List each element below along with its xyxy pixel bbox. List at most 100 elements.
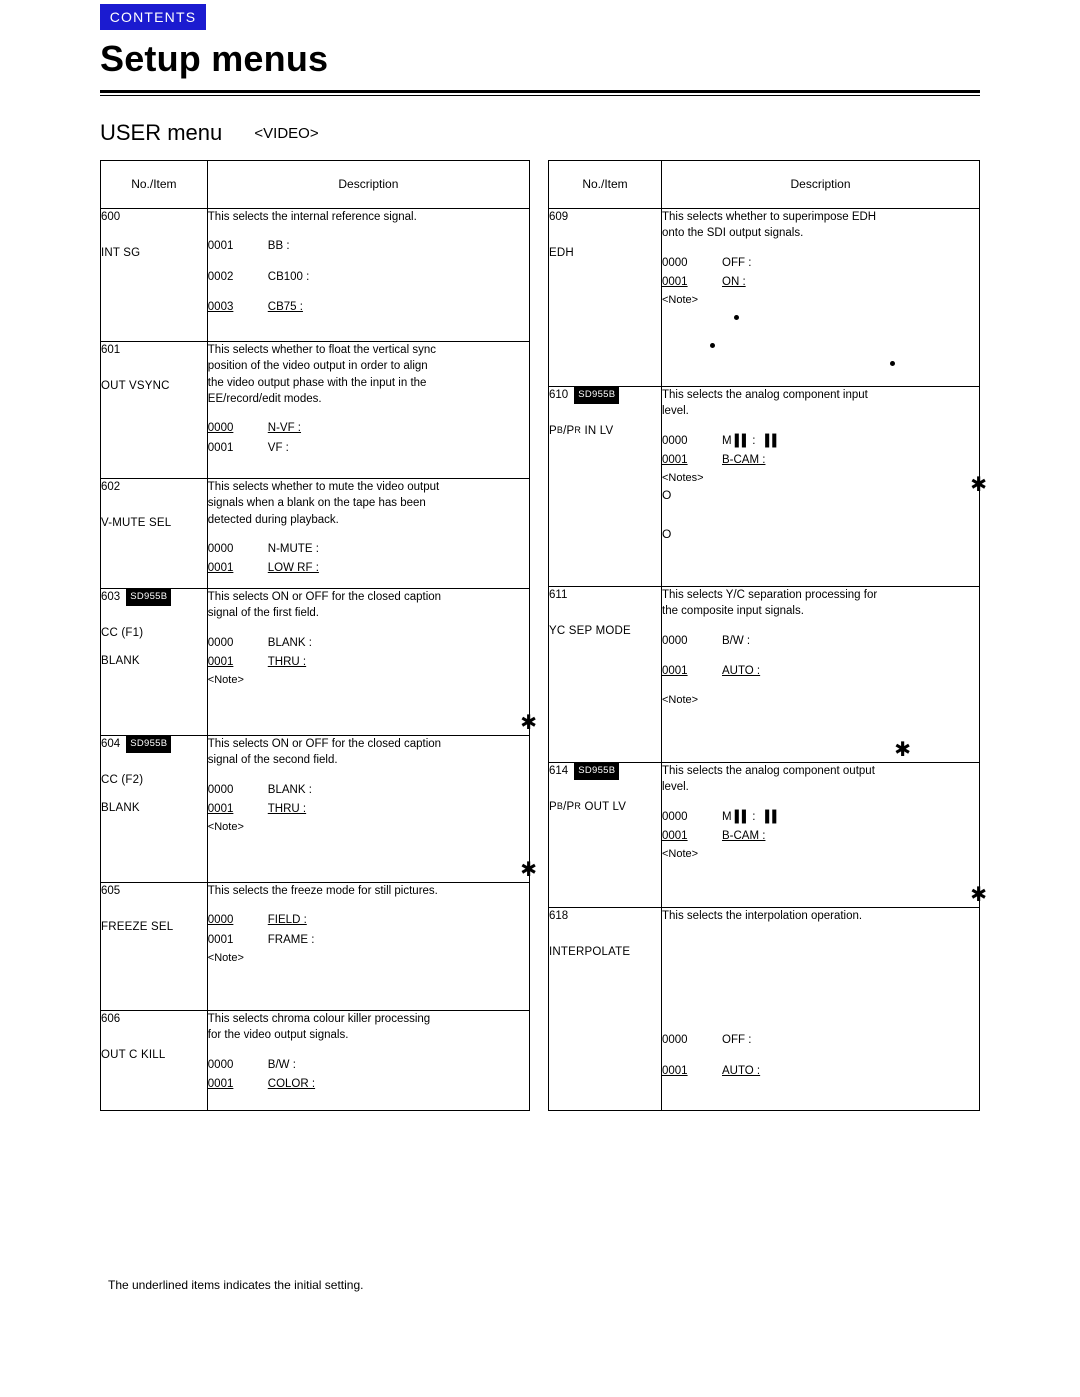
- option-list: 0000 N-VF : 0001 VF :: [208, 420, 529, 456]
- row-description: This selects the analog component input …: [661, 386, 987, 587]
- table-row: 604 SD955B CC (F2) BLANK This selects ON …: [100, 735, 537, 883]
- option-item: 0000 OFF :: [662, 256, 752, 269]
- table-row: 602 V-MUTE SEL This selects whether to m…: [100, 478, 531, 589]
- menu-heading: USER menu <VIDEO>: [100, 120, 319, 146]
- option-item: 0001 ON :: [662, 275, 746, 288]
- model-badge: SD955B: [574, 763, 620, 780]
- option-item: 0001 B-CAM :: [662, 453, 766, 466]
- column-header-no-item: No./Item: [100, 160, 208, 209]
- option-list: 0000 M ▌▌ : ▌▌ 0001 B-CAM :: [662, 809, 979, 845]
- table-row: 605 FREEZE SEL This selects the freeze m…: [100, 882, 531, 1011]
- note-bullets: [662, 309, 979, 366]
- page-title: Setup menus: [100, 38, 329, 79]
- table-row: 601 OUT VSYNC This selects whether to fl…: [100, 341, 531, 479]
- table-row: 606 OUT C KILL This selects chroma colou…: [100, 1010, 531, 1111]
- bullet-dot: [890, 360, 895, 366]
- row-no-item: 600 INT SG: [100, 208, 208, 342]
- option-item: 0000 BLANK :: [207, 636, 312, 649]
- row-description: This selects the freeze mode for still p…: [206, 882, 531, 1011]
- table-row: 600 INT SG This selects the internal ref…: [100, 208, 531, 342]
- title-divider: [100, 90, 980, 96]
- note-marker: O: [662, 487, 672, 502]
- option-item: 0001 THRU :: [207, 655, 307, 668]
- table-header-row: No./Item Description: [100, 160, 531, 209]
- menu-heading-sub: <VIDEO>: [254, 125, 319, 142]
- option-list: 0001 BB : 0002 CB100 : 0003 CB75 :: [208, 238, 529, 315]
- option-list: 0000 FIELD : 0001 FRAME :: [208, 912, 529, 948]
- option-list: 0000 BLANK : 0001 THRU :: [208, 782, 529, 818]
- bullet-dot: [710, 342, 715, 348]
- asterisk-marker: ✱: [520, 859, 537, 881]
- user-menu-table-right: No./Item Description 609 EDH This select…: [548, 160, 987, 1111]
- row-no-item: 609 EDH: [548, 208, 662, 387]
- option-item: 0000 N-MUTE :: [207, 542, 319, 555]
- table-row: 610 SD955B PB/PR IN LV This selects the a…: [548, 386, 987, 587]
- model-badge: SD955B: [126, 736, 172, 753]
- option-item: 0001 THRU :: [207, 802, 307, 815]
- row-no-item: 604 SD955B CC (F2) BLANK: [100, 735, 208, 883]
- option-list: 0000 BLANK : 0001 THRU :: [208, 635, 529, 671]
- option-item: 0000 BLANK :: [207, 783, 312, 796]
- option-list: 0000 OFF : 0001 AUTO :: [662, 1032, 979, 1079]
- option-item: 0001 VF :: [207, 441, 289, 454]
- option-item: 0001 FRAME :: [207, 933, 315, 946]
- contents-tab-label: CONTENTS: [109, 9, 197, 25]
- option-list: 0000 M ▌▌ : ▌▌ 0001 B-CAM :: [662, 433, 979, 469]
- option-list: 0000 OFF : 0001 ON :: [662, 255, 979, 291]
- row-description: This selects whether to superimpose EDH …: [661, 208, 980, 387]
- option-item: 0000 OFF :: [662, 1034, 752, 1047]
- note-marker: O: [662, 526, 672, 541]
- row-no-item: 601 OUT VSYNC: [100, 341, 208, 479]
- asterisk-marker: ✱: [520, 712, 537, 734]
- row-no-item: 606 OUT C KILL: [100, 1010, 208, 1111]
- option-item: 0002 CB100 :: [207, 270, 310, 283]
- column-header-description: Description: [661, 160, 980, 209]
- row-description: This selects the analog component output…: [661, 762, 987, 908]
- row-no-item: 602 V-MUTE SEL: [100, 478, 208, 589]
- option-item: 0001 AUTO :: [662, 664, 761, 677]
- row-no-item: 605 FREEZE SEL: [100, 882, 208, 1011]
- bullet-dot: [734, 314, 739, 320]
- column-header-description: Description: [206, 160, 531, 209]
- table-row: 609 EDH This selects whether to superimp…: [548, 208, 980, 387]
- option-item: 0001 AUTO :: [662, 1064, 761, 1077]
- asterisk-marker: ✱: [894, 739, 911, 761]
- table-row: 614 SD955B PB/PR OUT LV This selects the …: [548, 762, 987, 908]
- row-description: This selects ON or OFF for the closed ca…: [206, 588, 537, 736]
- contents-tab[interactable]: CONTENTS: [100, 4, 206, 30]
- row-no-item: 618 INTERPOLATE: [548, 907, 662, 1111]
- menu-heading-label: USER menu: [100, 120, 223, 145]
- row-no-item: 610 SD955B PB/PR IN LV: [548, 386, 662, 587]
- asterisk-marker: ✱: [970, 884, 987, 906]
- option-item: 0000 M ▌▌ : ▌▌: [662, 434, 780, 447]
- asterisk-marker: ✱: [970, 474, 987, 496]
- table-row: 611 YC SEP MODE This selects Y/C separat…: [548, 586, 980, 763]
- model-badge: SD955B: [574, 387, 620, 404]
- option-item: 0000 M ▌▌ : ▌▌: [662, 810, 780, 823]
- option-item: 0001 B-CAM :: [662, 829, 766, 842]
- row-description: This selects chroma colour killer proces…: [206, 1010, 531, 1111]
- option-item: 0001 BB :: [207, 240, 290, 253]
- table-row: 618 INTERPOLATE This selects the interpo…: [548, 907, 980, 1111]
- row-no-item: 614 SD955B PB/PR OUT LV: [548, 762, 662, 908]
- row-description: This selects Y/C separation processing f…: [661, 586, 980, 763]
- column-header-no-item: No./Item: [548, 160, 662, 209]
- option-list: 0000 B/W : 0001 COLOR :: [208, 1057, 529, 1093]
- option-item: 0003 CB75 :: [207, 300, 303, 313]
- option-item: 0001 COLOR :: [207, 1077, 316, 1090]
- option-item: 0000 B/W :: [662, 634, 751, 647]
- row-description: This selects whether to float the vertic…: [206, 341, 531, 479]
- model-badge: SD955B: [126, 589, 172, 606]
- row-description: This selects whether to mute the video o…: [206, 478, 531, 589]
- option-item: 0000 B/W :: [207, 1058, 296, 1071]
- row-description: This selects ON or OFF for the closed ca…: [206, 735, 537, 883]
- option-list: 0000 B/W : 0001 AUTO :: [662, 633, 979, 680]
- option-item: 0001 LOW RF :: [207, 562, 319, 575]
- row-description: This selects the interpolation operation…: [661, 907, 980, 1111]
- option-list: 0000 N-MUTE : 0001 LOW RF :: [208, 541, 529, 577]
- row-no-item: 611 YC SEP MODE: [548, 586, 662, 763]
- table-header-row: No./Item Description: [548, 160, 980, 209]
- user-menu-table-left: No./Item Description 600 INT SG This sel…: [100, 160, 537, 1111]
- row-no-item: 603 SD955B CC (F1) BLANK: [100, 588, 208, 736]
- option-item: 0000 N-VF :: [207, 422, 302, 435]
